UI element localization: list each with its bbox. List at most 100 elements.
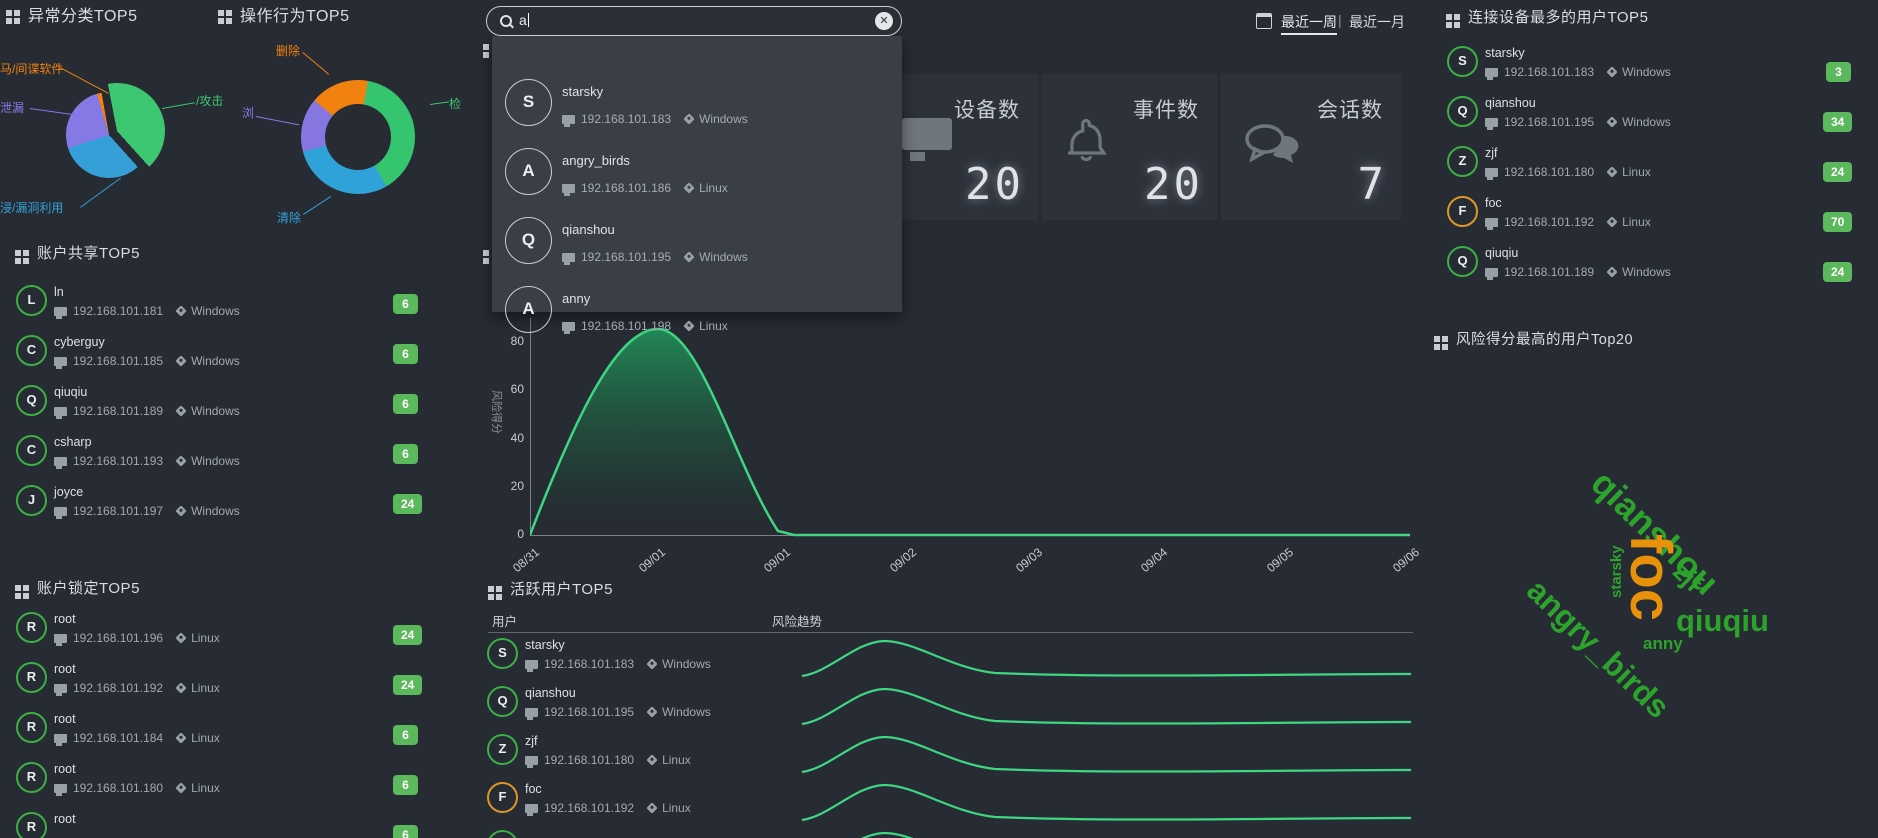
user-ip: 192.168.101.185: [73, 354, 163, 368]
stat-value: 20: [1144, 159, 1203, 210]
stat-card-sessions: 会话数 7: [1221, 74, 1401, 220]
list-item[interactable]: C cyberguy 192.168.101.185Windows: [16, 335, 396, 373]
user-ip: 192.168.101.180: [73, 781, 163, 795]
avatar: C: [16, 435, 47, 466]
count-badge: 24: [393, 494, 422, 514]
column-header-trend: 风险趋势: [772, 611, 822, 630]
avatar: R: [16, 762, 47, 793]
user-os: Linux: [191, 731, 220, 745]
monitor-icon: [54, 684, 67, 693]
sparkline: [800, 680, 1413, 726]
calendar-icon[interactable]: [1256, 13, 1272, 29]
x-tick: 09/04: [1115, 545, 1170, 594]
tag-icon: [175, 505, 186, 516]
tag-icon: [1606, 66, 1617, 77]
list-item[interactable]: J joyce 192.168.101.197Windows: [16, 485, 396, 523]
list-item[interactable]: R root 192.168.101.196Linux: [16, 612, 396, 650]
account-lock-title: 账户锁定TOP5: [37, 577, 140, 598]
count-badge: 34: [1823, 112, 1852, 132]
user-ip: 192.168.101.184: [73, 731, 163, 745]
list-item[interactable]: R root 192.168.101.180Linux: [16, 762, 396, 800]
user-name: joyce: [54, 485, 83, 499]
table-row[interactable]: Q qianshou 192.168.101.195Windows: [487, 686, 787, 724]
x-tick: 09/05: [1241, 545, 1296, 594]
x-tick: 09/01: [738, 545, 793, 594]
list-item[interactable]: R root: [16, 812, 396, 838]
wordcloud-word[interactable]: starsky: [1608, 545, 1625, 598]
user-ip: 192.168.101.196: [73, 631, 163, 645]
user-ip: 192.168.101.195: [581, 250, 671, 264]
donut-label: 检: [449, 95, 461, 112]
section-grid-icon: [488, 586, 494, 592]
search-result[interactable]: A angry_birds 192.168.101.186Linux: [492, 145, 902, 214]
search-result[interactable]: S starsky 192.168.101.183Windows: [492, 76, 902, 145]
stat-value: 7: [1358, 159, 1388, 210]
clear-search-button[interactable]: ✕: [875, 12, 893, 30]
user-name: starsky: [562, 84, 603, 99]
donut-hole: [325, 104, 391, 170]
monitor-icon: [54, 307, 67, 316]
avatar: R: [16, 662, 47, 693]
account-sharing-title: 账户共享TOP5: [37, 242, 140, 263]
avatar: A: [505, 148, 552, 195]
list-item[interactable]: Q qiuqiu 192.168.101.189Windows: [1447, 246, 1817, 284]
sparkline: [800, 632, 1413, 678]
active-tab-underline: [1281, 33, 1337, 35]
user-ip: 192.168.101.193: [73, 454, 163, 468]
monitor-icon: [525, 660, 538, 669]
stat-label: 事件数: [1133, 94, 1199, 124]
search-results-dropdown: S starsky 192.168.101.183Windows A angry…: [492, 36, 902, 312]
user-ip: 192.168.101.192: [1504, 215, 1594, 229]
table-row[interactable]: [487, 830, 787, 838]
table-row[interactable]: F foc 192.168.101.192Linux: [487, 782, 787, 820]
list-item[interactable]: L ln 192.168.101.181Windows: [16, 285, 396, 323]
count-badge: 24: [393, 675, 422, 695]
user-name: starsky: [525, 638, 565, 652]
y-tick: 20: [496, 479, 524, 493]
user-name: foc: [1485, 196, 1502, 210]
table-row[interactable]: S starsky 192.168.101.183Windows: [487, 638, 787, 676]
search-result[interactable]: A anny 192.168.101.198Linux: [492, 283, 902, 352]
user-os: Windows: [699, 250, 748, 264]
list-item[interactable]: Z zjf 192.168.101.180Linux: [1447, 146, 1817, 184]
list-item[interactable]: C csharp 192.168.101.193Windows: [16, 435, 396, 473]
count-badge: 6: [393, 294, 418, 314]
tab-last-week[interactable]: 最近一周: [1281, 12, 1337, 32]
stat-value: 20: [965, 159, 1024, 210]
monitor-icon: [562, 322, 575, 331]
list-item[interactable]: R root 192.168.101.184Linux: [16, 712, 396, 750]
list-item[interactable]: Q qiuqiu 192.168.101.189Windows: [16, 385, 396, 423]
section-grid-icon: [218, 10, 224, 16]
table-row[interactable]: Z zjf 192.168.101.180Linux: [487, 734, 787, 772]
wordcloud-word[interactable]: anny: [1643, 634, 1683, 654]
tab-last-month[interactable]: 最近一月: [1349, 12, 1405, 32]
avatar: R: [16, 812, 47, 838]
user-ip: 192.168.101.189: [73, 404, 163, 418]
avatar: A: [505, 286, 552, 333]
user-os: Linux: [662, 753, 691, 767]
list-item[interactable]: R root 192.168.101.192Linux: [16, 662, 396, 700]
user-os: Linux: [662, 801, 691, 815]
avatar: S: [487, 638, 518, 669]
pie-connector: [30, 108, 72, 115]
list-item[interactable]: F foc 192.168.101.192Linux: [1447, 196, 1817, 234]
wordcloud-title: 风险得分最高的用户Top20: [1456, 328, 1633, 349]
wordcloud-word[interactable]: qiuqiu: [1676, 603, 1769, 639]
count-badge: 6: [393, 825, 418, 838]
list-item[interactable]: Q qianshou 192.168.101.195Windows: [1447, 96, 1817, 134]
tag-icon: [175, 405, 186, 416]
list-item[interactable]: S starsky 192.168.101.183Windows: [1447, 46, 1817, 84]
tag-icon: [646, 754, 657, 765]
user-os: Windows: [699, 112, 748, 126]
user-os: Linux: [191, 681, 220, 695]
stat-label: 设备数: [954, 94, 1020, 124]
section-grid-icon: [15, 585, 21, 591]
stat-card-events: 事件数 20: [1042, 74, 1217, 220]
search-result[interactable]: Q qianshou 192.168.101.195Windows: [492, 214, 902, 283]
search-input[interactable]: a ✕: [486, 6, 902, 36]
user-ip: 192.168.101.181: [73, 304, 163, 318]
user-name: qiuqiu: [1485, 246, 1518, 260]
user-os: Windows: [191, 454, 240, 468]
pie-connector: [60, 67, 109, 94]
count-badge: 3: [1826, 62, 1851, 82]
